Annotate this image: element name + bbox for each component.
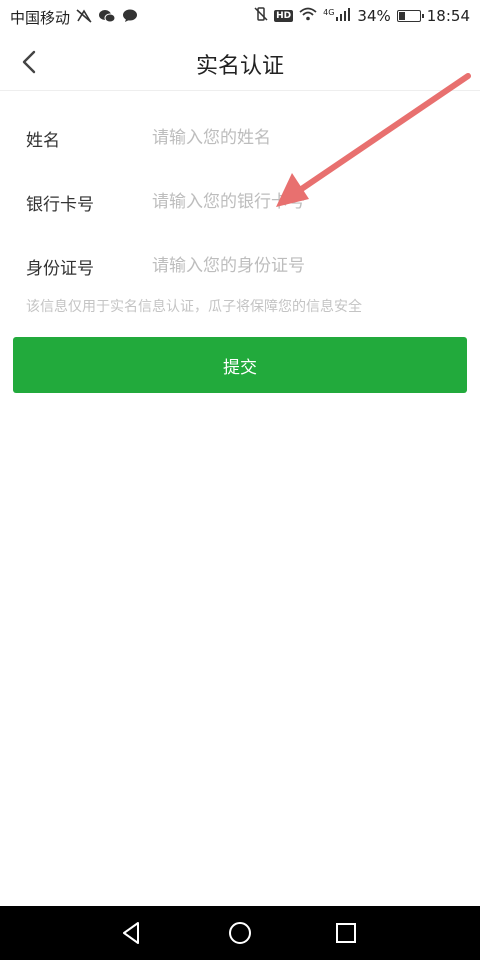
hd-badge: HD	[274, 10, 294, 22]
page-header: 实名认证	[0, 34, 480, 91]
wechat-icon	[98, 9, 116, 27]
system-nav-bar	[0, 906, 480, 960]
nav-home-button[interactable]	[222, 915, 258, 951]
status-bar-left: 中国移动	[10, 7, 138, 28]
chat-bubble-icon	[122, 9, 138, 27]
vibrate-off-icon	[254, 7, 268, 25]
back-triangle-icon	[123, 922, 139, 944]
submit-button[interactable]: 提交	[13, 337, 467, 393]
name-row: 姓名	[0, 106, 480, 170]
mute-icon	[76, 8, 92, 27]
nav-back-button[interactable]	[114, 915, 150, 951]
id-number-row: 身份证号	[0, 234, 480, 298]
bank-card-row: 银行卡号	[0, 170, 480, 234]
status-bar: 中国移动 HD 4G 34% 18:54	[0, 0, 480, 34]
wifi-icon	[299, 7, 317, 25]
id-number-input[interactable]	[152, 252, 452, 280]
battery-level-fill	[398, 12, 405, 20]
name-input[interactable]	[152, 124, 452, 152]
battery-percent: 34%	[357, 7, 391, 25]
privacy-hint: 该信息仅用于实名信息认证，瓜子将保障您的信息安全	[26, 299, 362, 315]
clock: 18:54	[426, 7, 470, 25]
bank-card-input[interactable]	[152, 188, 452, 216]
page-title: 实名认证	[195, 54, 284, 79]
verification-form: 姓名 银行卡号 身份证号	[0, 106, 480, 298]
id-number-label: 身份证号	[26, 259, 94, 279]
status-bar-right: HD 4G 34% 18:54	[254, 7, 470, 25]
recents-square-icon	[336, 923, 356, 943]
battery-icon	[396, 10, 424, 22]
name-label: 姓名	[26, 131, 60, 151]
bank-card-label: 银行卡号	[26, 195, 94, 215]
nav-recents-button[interactable]	[328, 915, 364, 951]
home-circle-icon	[229, 922, 251, 944]
carrier-name: 中国移动	[10, 9, 71, 27]
signal-icon	[335, 7, 351, 25]
network-type: 4G	[323, 7, 335, 17]
